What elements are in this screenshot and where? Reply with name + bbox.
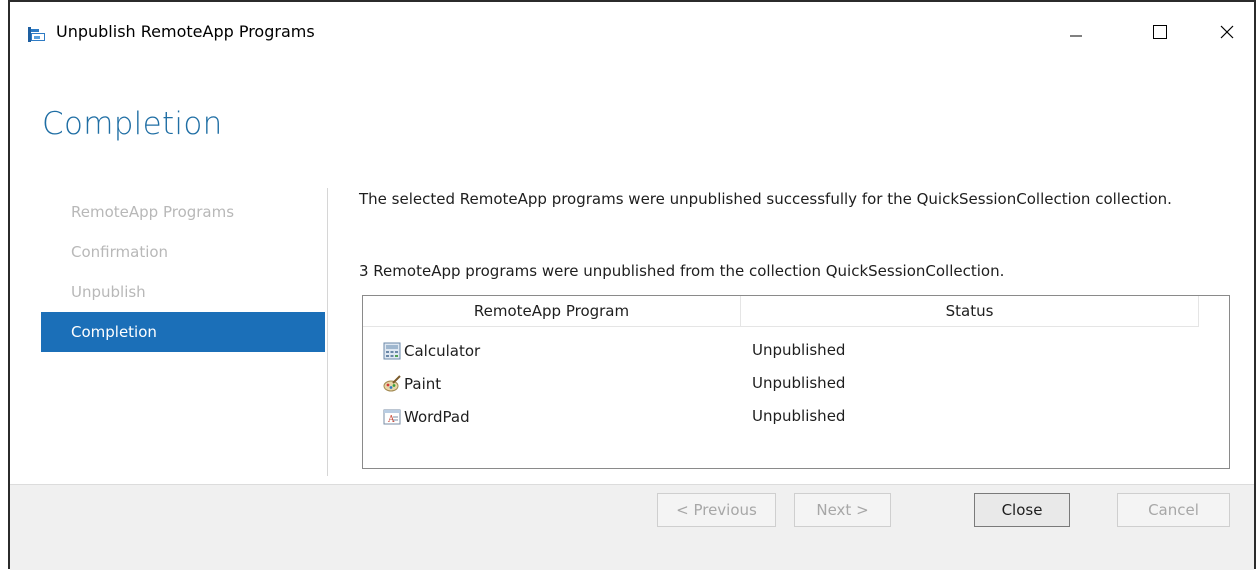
cancel-button[interactable]: Cancel — [1117, 493, 1230, 527]
nav-divider — [327, 188, 328, 476]
status-cell: Unpublished — [752, 374, 846, 392]
wizard-window: Unpublish RemoteApp Programs Completion … — [8, 0, 1256, 570]
status-cell: Unpublished — [752, 407, 846, 425]
calculator-icon — [383, 342, 401, 360]
list-header: RemoteApp Program Status — [363, 296, 1199, 327]
column-header-program[interactable]: RemoteApp Program — [363, 296, 741, 326]
maximize-button[interactable] — [1137, 14, 1183, 54]
completion-message: The selected RemoteApp programs were unp… — [359, 190, 1172, 208]
minimize-icon — [1068, 24, 1084, 44]
completion-summary: 3 RemoteApp programs were unpublished fr… — [359, 262, 1005, 280]
program-cell: Paint — [383, 367, 441, 400]
column-header-status[interactable]: Status — [741, 296, 1199, 326]
program-cell: Calculator — [383, 334, 480, 367]
title-bar[interactable]: Unpublish RemoteApp Programs — [10, 2, 1254, 64]
list-item[interactable]: Calculator Unpublished — [363, 334, 1229, 367]
results-list[interactable]: RemoteApp Program Status Calculator Unpu… — [362, 295, 1230, 469]
maximize-icon — [1152, 24, 1168, 44]
nav-step-remoteapp-programs[interactable]: RemoteApp Programs — [41, 192, 325, 232]
wizard-steps-nav: RemoteApp Programs Confirmation Unpublis… — [41, 192, 325, 352]
minimize-button[interactable] — [1053, 14, 1099, 54]
nav-step-confirmation[interactable]: Confirmation — [41, 232, 325, 272]
previous-button[interactable]: < Previous — [657, 493, 776, 527]
list-rows: Calculator Unpublished Paint Unpublished… — [363, 334, 1229, 433]
wordpad-icon: A — [383, 408, 401, 426]
list-item[interactable]: A WordPad Unpublished — [363, 400, 1229, 433]
close-icon — [1219, 24, 1235, 44]
wizard-footer: < Previous Next > Close Cancel — [10, 484, 1254, 570]
remoteapp-icon — [27, 24, 47, 44]
page-title: Completion — [42, 106, 223, 142]
window-title: Unpublish RemoteApp Programs — [56, 22, 315, 41]
close-button[interactable]: Close — [974, 493, 1070, 527]
program-cell: A WordPad — [383, 400, 470, 433]
paint-icon — [383, 374, 401, 393]
program-name: Calculator — [404, 341, 481, 360]
next-button[interactable]: Next > — [794, 493, 891, 527]
program-name: WordPad — [404, 407, 470, 426]
status-cell: Unpublished — [752, 341, 846, 359]
nav-step-unpublish[interactable]: Unpublish — [41, 272, 325, 312]
list-item[interactable]: Paint Unpublished — [363, 367, 1229, 400]
nav-step-completion[interactable]: Completion — [41, 312, 325, 352]
program-name: Paint — [404, 374, 442, 393]
close-window-button[interactable] — [1204, 14, 1250, 54]
